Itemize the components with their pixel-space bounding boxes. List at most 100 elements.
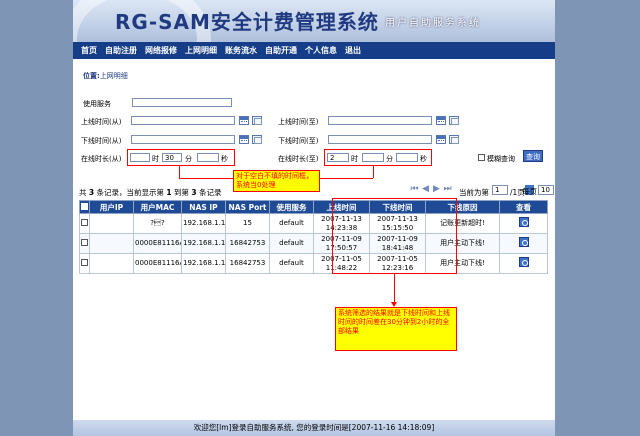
cell-mac: 0000E81116AB <box>133 233 182 254</box>
current-page-input[interactable]: 1 <box>492 185 508 195</box>
nav-logout[interactable]: 退出 <box>345 45 361 56</box>
cell-nas-ip: 192.168.1.1 <box>181 233 226 254</box>
online-to-label: 上线时间(至) <box>278 118 319 126</box>
minute-unit: 分 <box>185 155 192 163</box>
clear-icon[interactable] <box>449 135 459 144</box>
row-checkbox-cell[interactable] <box>79 213 90 234</box>
per-page-select[interactable]: 10 <box>538 185 554 195</box>
first-page-icon[interactable]: ⏮ <box>410 185 419 194</box>
duration-from-seconds[interactable] <box>197 153 219 162</box>
prev-page-icon[interactable]: ◀ <box>421 185 430 194</box>
cell-user-ip <box>89 233 134 254</box>
fuzzy-query-label: 模糊查询 <box>487 155 515 163</box>
online-to-input[interactable] <box>328 116 432 125</box>
table-row: 0000E81116AB 192.168.1.1 16842753 defaul… <box>79 253 548 274</box>
clear-icon[interactable] <box>449 116 459 125</box>
column-header: 使用服务 <box>269 200 314 214</box>
breadcrumb: 位置:上网明细 <box>83 71 128 81</box>
calendar-icon[interactable] <box>239 135 249 144</box>
nav-profile[interactable]: 个人信息 <box>305 45 337 56</box>
column-header: 用户MAC <box>133 200 182 214</box>
online-from-input[interactable] <box>131 116 235 125</box>
table-row: ?? 192.168.1.1 15 default 2007-11-13 14… <box>79 213 548 234</box>
pager-buttons: ⏮ ◀ ▶ ⏭ <box>410 185 454 194</box>
offline-to-input[interactable] <box>328 135 432 144</box>
cell-nas-port: 16842753 <box>225 233 270 254</box>
offline-from-input[interactable] <box>131 135 235 144</box>
calendar-icon[interactable] <box>239 116 249 125</box>
minute-unit: 分 <box>386 155 393 163</box>
cell-mac: 0000E81116AB <box>133 253 182 274</box>
record-summary: 共 3 条记录，当前显示第 1 到第 3 条记录 <box>79 187 222 198</box>
cell-nas-ip: 192.168.1.1 <box>181 253 226 274</box>
breadcrumb-value: 上网明细 <box>99 72 128 80</box>
row-checkbox-cell[interactable] <box>79 253 90 274</box>
duration-from-label: 在线时长(从) <box>81 155 122 163</box>
column-header: NAS Port <box>225 200 270 214</box>
cell-mac: ?? <box>133 213 182 234</box>
service-label: 使用服务 <box>83 100 111 108</box>
column-header: 查看 <box>499 200 548 214</box>
cell-nas-port: 15 <box>225 213 270 234</box>
nav-register[interactable]: 自助注册 <box>105 45 137 56</box>
online-details-table: 用户IP 用户MAC NAS IP NAS Port 使用服务 上线时间 下线时… <box>79 200 548 274</box>
main-nav: 首页 自助注册 网络报修 上网明细 账务流水 自助开通 个人信息 退出 <box>73 42 555 59</box>
row-checkbox-cell[interactable] <box>79 233 90 254</box>
cell-user-ip <box>89 253 134 274</box>
query-button[interactable]: 查询 <box>523 150 543 162</box>
second-unit: 秒 <box>221 155 228 163</box>
service-select[interactable] <box>132 98 232 107</box>
cell-service: default <box>269 213 314 234</box>
nav-online-details[interactable]: 上网明细 <box>185 45 217 56</box>
calendar-icon[interactable] <box>436 116 446 125</box>
last-page-icon[interactable]: ⏭ <box>443 185 452 194</box>
row-checkbox[interactable] <box>81 258 88 266</box>
app-logo: RG-SAM安全计费管理系统 <box>115 10 379 34</box>
fuzzy-query-checkbox[interactable] <box>478 154 485 161</box>
duration-from-minutes[interactable]: 30 <box>162 153 182 162</box>
summary-from: 1 <box>166 188 172 197</box>
summary-text: 到第 <box>174 188 189 197</box>
hour-unit: 时 <box>351 155 358 163</box>
annotation-arrow <box>179 178 233 179</box>
cell-view[interactable] <box>499 253 548 274</box>
next-page-icon[interactable]: ▶ <box>432 185 441 194</box>
select-all-header[interactable] <box>79 200 90 214</box>
duration-to-hours[interactable]: 2 <box>327 153 349 162</box>
summary-text: 共 <box>79 188 87 197</box>
per-page-label: 每页 <box>522 187 537 196</box>
row-checkbox[interactable] <box>81 218 88 226</box>
annotation-arrow <box>320 178 373 179</box>
calendar-icon[interactable] <box>436 135 446 144</box>
nav-repair[interactable]: 网络报修 <box>145 45 177 56</box>
summary-to: 3 <box>191 188 197 197</box>
offline-to-label: 下线时间(至) <box>278 137 319 145</box>
footer-status: 欢迎您[lm]登录自助服务系统, 您的登录时间是[2007-11-16 14:1… <box>73 420 555 436</box>
page: RG-SAM安全计费管理系统 用户自助服务系统 首页 自助注册 网络报修 上网明… <box>73 0 555 436</box>
select-all-checkbox[interactable] <box>81 202 88 210</box>
cell-nas-ip: 192.168.1.1 <box>181 213 226 234</box>
banner: RG-SAM安全计费管理系统 用户自助服务系统 <box>73 0 555 42</box>
duration-from-hours[interactable] <box>130 153 150 162</box>
nav-home[interactable]: 首页 <box>81 45 97 56</box>
cell-view[interactable] <box>499 213 548 234</box>
view-icon[interactable] <box>518 217 529 227</box>
clear-icon[interactable] <box>252 135 262 144</box>
clear-icon[interactable] <box>252 116 262 125</box>
cell-view[interactable] <box>499 233 548 254</box>
summary-text: 条记录 <box>199 188 222 197</box>
annotation-note-result: 系统筛选的结果就是下线时间和上线时间的时间差在30分钟到2小时的全部结果 <box>335 307 457 351</box>
nav-billing[interactable]: 账务流水 <box>225 45 257 56</box>
summary-total: 3 <box>88 188 95 197</box>
offline-from-label: 下线时间(从) <box>81 137 122 145</box>
second-unit: 秒 <box>420 155 427 163</box>
nav-activate[interactable]: 自助开通 <box>265 45 297 56</box>
view-icon[interactable] <box>518 257 529 267</box>
hour-unit: 时 <box>152 155 159 163</box>
duration-to-seconds[interactable] <box>396 153 418 162</box>
cell-nas-port: 16842753 <box>225 253 270 274</box>
cell-service: default <box>269 233 314 254</box>
view-icon[interactable] <box>518 237 529 247</box>
duration-to-minutes[interactable] <box>362 153 384 162</box>
row-checkbox[interactable] <box>81 238 88 246</box>
